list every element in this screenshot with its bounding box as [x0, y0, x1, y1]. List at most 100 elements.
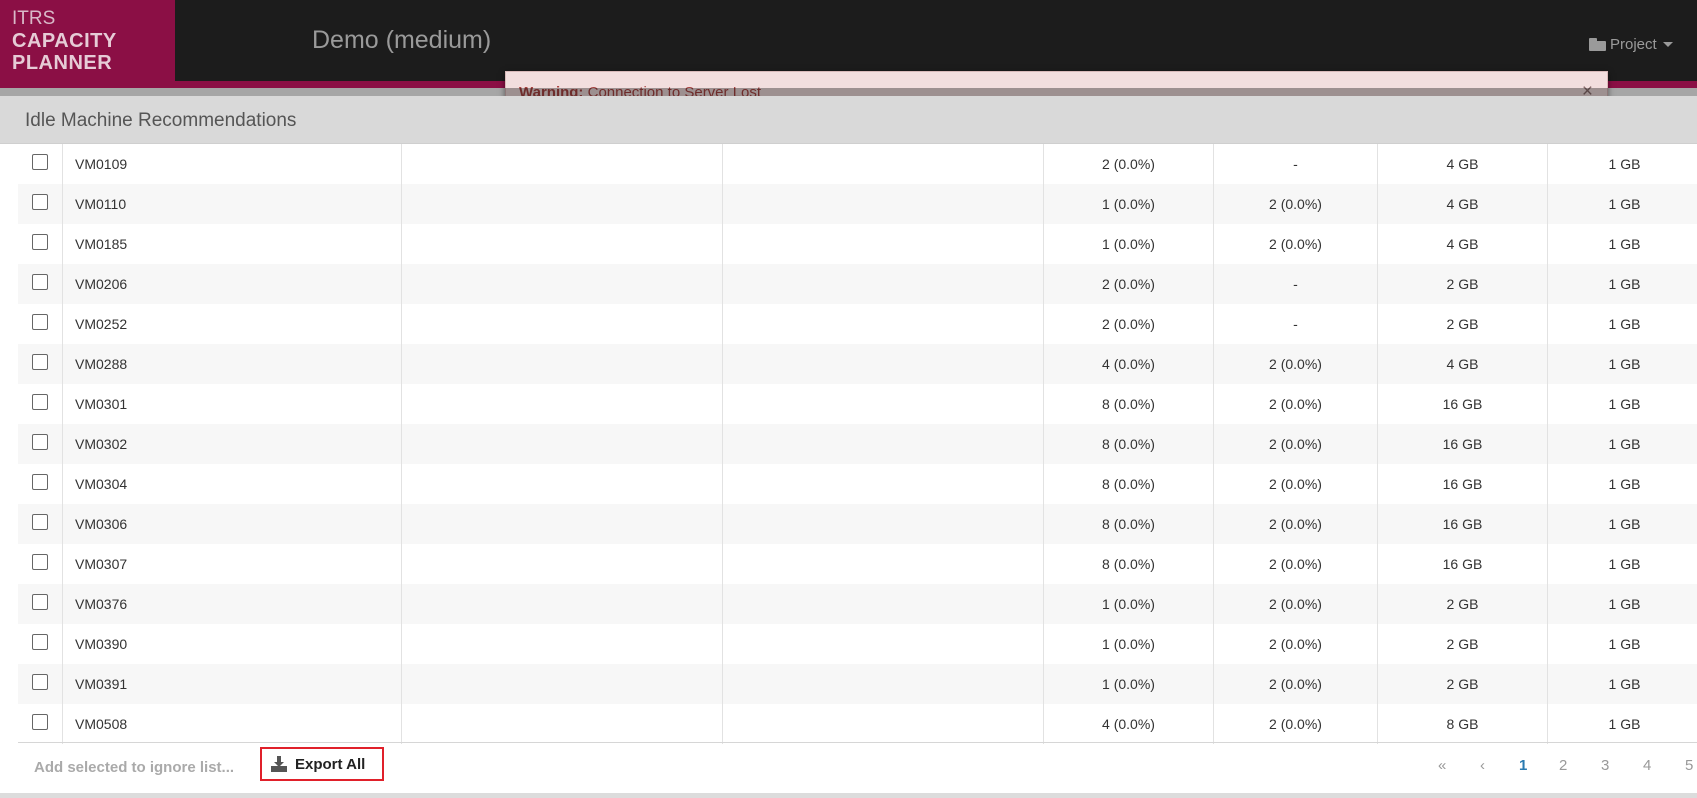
empty-cell — [402, 304, 723, 344]
row-select-cell — [18, 624, 63, 664]
table-row: VM0301 8 (0.0%) 2 (0.0%) 16 GB 1 GB — [18, 384, 1697, 424]
pagination-page-5[interactable]: 5 — [1685, 757, 1693, 774]
cpu-cell: 1 (0.0%) — [1044, 664, 1214, 704]
recommended-memory-cell: 1 GB — [1608, 196, 1641, 212]
cpu-cell: 8 (0.0%) — [1044, 464, 1214, 504]
project-menu[interactable]: Project — [1589, 36, 1673, 53]
row-checkbox[interactable] — [32, 474, 48, 490]
app-logo[interactable]: ITRS CAPACITY PLANNER — [0, 0, 175, 83]
row-checkbox[interactable] — [32, 274, 48, 290]
empty-cell — [402, 624, 723, 664]
row-checkbox[interactable] — [32, 634, 48, 650]
app-title: Demo (medium) — [312, 26, 492, 54]
pagination-prev[interactable]: ‹ — [1480, 757, 1485, 774]
row-checkbox[interactable] — [32, 714, 48, 730]
memory-cell: 4 GB — [1378, 224, 1548, 264]
row-checkbox[interactable] — [32, 554, 48, 570]
row-checkbox[interactable] — [32, 514, 48, 530]
cpu-cell: 4 (0.0%) — [1044, 704, 1214, 744]
row-checkbox[interactable] — [32, 594, 48, 610]
empty-cell — [723, 304, 1044, 344]
empty-cell — [402, 504, 723, 544]
memory-cell: 2 GB — [1378, 624, 1548, 664]
empty-cell — [723, 384, 1044, 424]
table-row: VM0390 1 (0.0%) 2 (0.0%) 2 GB 1 GB — [18, 624, 1697, 664]
row-checkbox[interactable] — [32, 434, 48, 450]
row-checkbox[interactable] — [32, 394, 48, 410]
row-select-cell — [18, 664, 63, 704]
empty-cell — [402, 224, 723, 264]
row-select-cell — [18, 424, 63, 464]
empty-cell — [402, 584, 723, 624]
recommended-cpu-cell: 2 (0.0%) — [1214, 384, 1378, 424]
row-checkbox[interactable] — [32, 674, 48, 690]
modal-footer: Add selected to ignore list... Export Al… — [18, 742, 1697, 792]
table-row: VM0304 8 (0.0%) 2 (0.0%) 16 GB 1 GB — [18, 464, 1697, 504]
empty-cell — [723, 144, 1044, 184]
empty-cell — [723, 664, 1044, 704]
pagination-page-4[interactable]: 4 — [1643, 757, 1651, 774]
memory-cell: 16 GB — [1378, 544, 1548, 584]
row-select-cell — [18, 144, 63, 184]
bottom-scrollbar-track — [0, 793, 1697, 798]
recommended-cpu-cell: 2 (0.0%) — [1214, 464, 1378, 504]
recommended-cpu-cell: 2 (0.0%) — [1214, 624, 1378, 664]
caret-down-icon — [1662, 42, 1673, 47]
memory-cell: 16 GB — [1378, 384, 1548, 424]
download-icon — [271, 756, 287, 772]
recommended-cpu-cell: - — [1214, 304, 1378, 344]
vm-name-cell: VM0206 — [63, 264, 402, 304]
recommended-memory-cell: 1 GB — [1608, 596, 1641, 612]
empty-cell — [402, 464, 723, 504]
row-select-cell — [18, 504, 63, 544]
recommended-memory-cell: 1 GB — [1608, 556, 1641, 572]
cpu-cell: 2 (0.0%) — [1044, 144, 1214, 184]
recommended-memory-cell: 1 GB — [1608, 676, 1641, 692]
pagination-page-2[interactable]: 2 — [1559, 757, 1567, 774]
pagination-page-3[interactable]: 3 — [1601, 757, 1609, 774]
row-select-cell — [18, 544, 63, 584]
empty-cell — [723, 264, 1044, 304]
vm-name-cell: VM0302 — [63, 424, 402, 464]
project-menu-label: Project — [1610, 36, 1657, 53]
add-to-ignore-list-button[interactable]: Add selected to ignore list... — [34, 759, 234, 776]
table-row: VM0206 2 (0.0%) -2 GB 1 GB — [18, 264, 1697, 304]
recommended-cpu-cell: 2 (0.0%) — [1214, 424, 1378, 464]
table-row: VM0288 4 (0.0%) 2 (0.0%) 4 GB 1 GB — [18, 344, 1697, 384]
row-checkbox[interactable] — [32, 194, 48, 210]
recommended-memory-cell: 1 GB — [1608, 516, 1641, 532]
row-checkbox[interactable] — [32, 154, 48, 170]
empty-cell — [723, 344, 1044, 384]
row-checkbox[interactable] — [32, 354, 48, 370]
row-select-cell — [18, 584, 63, 624]
export-all-button[interactable]: Export All — [260, 747, 384, 781]
memory-cell: 16 GB — [1378, 424, 1548, 464]
recommended-memory-cell: 1 GB — [1608, 396, 1641, 412]
empty-cell — [723, 184, 1044, 224]
pagination-first[interactable]: « — [1438, 757, 1446, 774]
row-checkbox[interactable] — [32, 314, 48, 330]
cpu-cell: 8 (0.0%) — [1044, 504, 1214, 544]
row-select-cell — [18, 344, 63, 384]
memory-cell: 2 GB — [1378, 264, 1548, 304]
memory-cell: 4 GB — [1378, 144, 1548, 184]
vm-name-cell: VM0288 — [63, 344, 402, 384]
row-checkbox[interactable] — [32, 234, 48, 250]
pagination-page-1[interactable]: 1 — [1519, 757, 1527, 774]
logo-line-1: ITRS — [12, 8, 56, 29]
empty-cell — [402, 384, 723, 424]
recommended-cpu-cell: 2 (0.0%) — [1214, 544, 1378, 584]
memory-cell: 16 GB — [1378, 464, 1548, 504]
vm-name-cell: VM0390 — [63, 624, 402, 664]
vm-name-cell: VM0391 — [63, 664, 402, 704]
recommendations-table: VM0109 2 (0.0%) -4 GB 1 GB VM0110 1 (0.0%) 2 (… — [18, 144, 1697, 744]
empty-cell — [402, 264, 723, 304]
modal-header: Idle Machine Recommendations — [0, 96, 1697, 144]
vm-name-cell: VM0376 — [63, 584, 402, 624]
recommended-cpu-cell: 2 (0.0%) — [1214, 664, 1378, 704]
cpu-cell: 1 (0.0%) — [1044, 624, 1214, 664]
empty-cell — [402, 424, 723, 464]
memory-cell: 16 GB — [1378, 504, 1548, 544]
cpu-cell: 2 (0.0%) — [1044, 304, 1214, 344]
recommended-cpu-cell: - — [1214, 264, 1378, 304]
